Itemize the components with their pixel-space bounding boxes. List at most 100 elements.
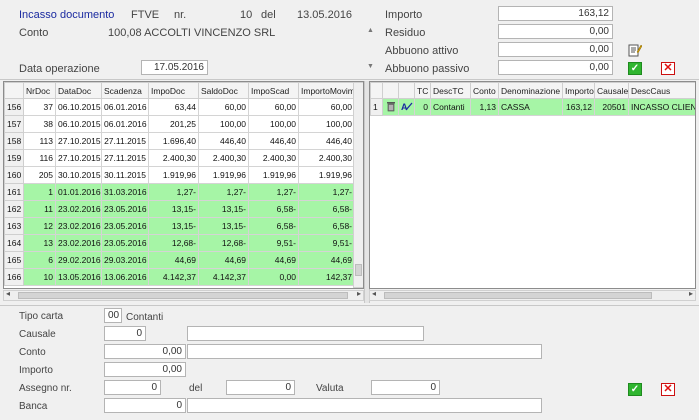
scadenze-grid[interactable]: NrDoc DataDoc Scadenza ImpoDoc SaldoDoc ImpoS… — [3, 81, 364, 289]
left-grid-vscroll[interactable] — [353, 82, 363, 288]
scadenza-cell: 27.11.2015 — [101, 149, 149, 167]
scadenza-cell: 30.11.2015 — [101, 166, 149, 184]
importo-field[interactable]: 163,12 — [498, 6, 613, 21]
column-header[interactable] — [4, 82, 24, 99]
row-number: 161 — [4, 183, 24, 201]
datadoc-cell: 27.10.2015 — [55, 149, 102, 167]
table-row[interactable]: 163 12 23.02.2016 23.05.2016 13,15- 13,15- 6,5… — [4, 217, 355, 235]
assegno-date-field[interactable]: 0 — [226, 380, 295, 395]
trash-icon[interactable] — [382, 98, 399, 116]
importomovim-cell: 2.400,30 — [298, 149, 355, 167]
scroll-left-icon[interactable]: ◂ — [372, 289, 376, 298]
column-header[interactable]: Causale — [594, 82, 629, 99]
table-row[interactable]: 166 10 13.05.2016 13.06.2016 4.142,37 4.142,3… — [4, 268, 355, 286]
column-header[interactable]: DataDoc — [55, 82, 102, 99]
doc-type: FTVE — [131, 9, 160, 21]
signature-icon[interactable]: A — [398, 98, 415, 116]
column-header[interactable]: ImpoDoc — [148, 82, 199, 99]
assegno-field[interactable]: 0 — [104, 380, 161, 395]
table-row[interactable]: 156 37 06.10.2015 06.01.2016 63,44 60,00 60,00… — [4, 98, 355, 116]
table-row[interactable]: 164 13 23.02.2016 23.05.2016 12,68- 12,68- 9,5… — [4, 234, 355, 252]
confirm-button[interactable]: ✓ — [628, 383, 642, 396]
conto-desc-field[interactable] — [187, 344, 542, 359]
impodoc-cell: 13,15- — [148, 200, 199, 218]
column-header[interactable]: TC — [414, 82, 431, 99]
column-header[interactable] — [398, 82, 415, 99]
doc-number: 10 — [240, 9, 253, 21]
scroll-left-icon[interactable]: ◂ — [6, 289, 10, 298]
confirm-button-top[interactable]: ✓ — [628, 62, 642, 75]
left-grid-hscroll[interactable]: ◂ ▸ — [3, 289, 364, 301]
column-header[interactable]: DescCaus — [628, 82, 695, 99]
datadoc-cell: 23.02.2016 — [55, 200, 102, 218]
saldodoc-cell: 13,15- — [198, 217, 249, 235]
impodoc-cell: 12,68- — [148, 234, 199, 252]
saldodoc-cell: 100,00 — [198, 115, 249, 133]
left-vscroll-thumb[interactable] — [355, 264, 362, 276]
importomovim-cell: 6,58- — [298, 200, 355, 218]
abbuono-passivo-label: Abbuono passivo — [385, 63, 470, 75]
column-header[interactable]: Conto — [470, 82, 499, 99]
column-header[interactable]: ImportoMovim — [298, 82, 355, 99]
banca-field[interactable]: 0 — [104, 398, 186, 413]
cancel-button-top[interactable]: ✕ — [661, 62, 675, 75]
edit-note-icon[interactable] — [628, 43, 643, 57]
nrdoc-cell: 11 — [23, 200, 56, 218]
nrdoc-cell: 37 — [23, 98, 56, 116]
datadoc-cell: 27.10.2015 — [55, 132, 102, 150]
datadoc-cell: 23.02.2016 — [55, 217, 102, 235]
left-hscroll-thumb[interactable] — [18, 292, 348, 299]
abbuono-attivo-field[interactable]: 0,00 — [498, 42, 613, 57]
banca-desc-field[interactable] — [187, 398, 542, 413]
table-row[interactable]: 157 38 06.10.2015 06.01.2016 201,25 100,00 100… — [4, 115, 355, 133]
table-row[interactable]: 1 A 0 Contanti 1,13 CASSA 163,12 20501 I… — [370, 98, 695, 116]
table-row[interactable]: 159 116 27.10.2015 27.11.2015 2.400,30 2.400,… — [4, 149, 355, 167]
column-header[interactable]: Importo — [562, 82, 595, 99]
svg-text:A: A — [401, 102, 408, 112]
column-header[interactable]: NrDoc — [23, 82, 56, 99]
table-row[interactable]: 158 113 27.10.2015 27.11.2015 1.696,40 446,40… — [4, 132, 355, 150]
cancel-button[interactable]: ✕ — [661, 383, 675, 396]
imposcad-cell: 6,58- — [248, 217, 299, 235]
valuta-field[interactable]: 0 — [371, 380, 440, 395]
scadenza-cell: 06.01.2016 — [101, 115, 149, 133]
right-hscroll-thumb[interactable] — [384, 292, 652, 299]
scroll-down-icon[interactable]: ▼ — [367, 63, 374, 70]
column-header[interactable]: Denominazione — [498, 82, 563, 99]
importomovim-cell: 1,27- — [298, 183, 355, 201]
table-row[interactable]: 160 205 30.10.2015 30.11.2015 1.919,96 1.919,… — [4, 166, 355, 184]
imposcad-cell: 1,27- — [248, 183, 299, 201]
table-row[interactable]: 162 11 23.02.2016 23.05.2016 13,15- 13,15- 6,5… — [4, 200, 355, 218]
column-header[interactable]: ImpoScad — [248, 82, 299, 99]
importomovim-cell: 446,40 — [298, 132, 355, 150]
conto-form-field[interactable]: 0,00 — [104, 344, 186, 359]
column-header[interactable]: Scadenza — [101, 82, 149, 99]
table-row[interactable]: 161 1 01.01.2016 31.03.2016 1,27- 1,27- 1,27- 1… — [4, 183, 355, 201]
importo-form-field[interactable]: 0,00 — [104, 362, 186, 377]
abbuono-passivo-field[interactable]: 0,00 — [498, 60, 613, 75]
scroll-right-icon[interactable]: ▸ — [689, 289, 693, 298]
nrdoc-cell: 13 — [23, 234, 56, 252]
tipo-carta-field[interactable]: 00 — [104, 308, 122, 323]
column-header[interactable] — [370, 82, 383, 99]
imposcad-cell: 0,00 — [248, 268, 299, 286]
column-header[interactable]: SaldoDoc — [198, 82, 249, 99]
column-header[interactable]: DescTC — [430, 82, 471, 99]
table-row[interactable]: 165 6 29.02.2016 29.03.2016 44,69 44,69 44,69 4… — [4, 251, 355, 269]
tipo-carta-desc: Contanti — [126, 312, 164, 323]
right-grid-hscroll[interactable]: ◂ ▸ — [369, 289, 696, 301]
scadenza-cell: 23.05.2016 — [101, 217, 149, 235]
saldodoc-cell: 2.400,30 — [198, 149, 249, 167]
column-header[interactable] — [382, 82, 399, 99]
causale-desc-field[interactable] — [187, 326, 424, 341]
data-operazione-field[interactable]: 17.05.2016 — [141, 60, 208, 75]
residuo-field[interactable]: 0,00 — [498, 24, 613, 39]
movimenti-grid[interactable]: TC DescTC Conto Denominazione Importo Causale… — [369, 81, 696, 289]
row-number: 162 — [4, 200, 24, 218]
scadenza-cell: 27.11.2015 — [101, 132, 149, 150]
saldodoc-cell: 60,00 — [198, 98, 249, 116]
scroll-up-icon[interactable]: ▲ — [367, 27, 374, 34]
causale-field[interactable]: 0 — [104, 326, 146, 341]
scroll-right-icon[interactable]: ▸ — [357, 289, 361, 298]
datadoc-cell: 13.05.2016 — [55, 268, 102, 286]
